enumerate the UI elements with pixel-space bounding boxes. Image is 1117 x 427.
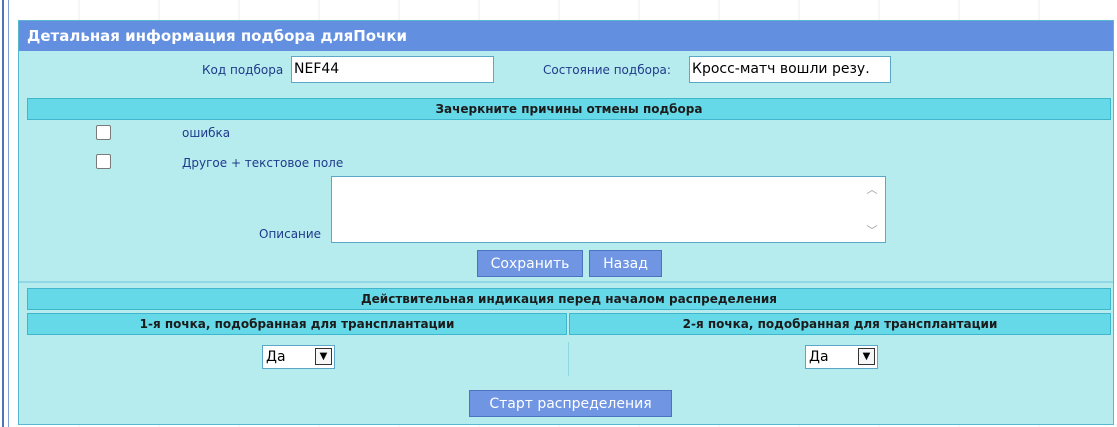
back-button[interactable]: Назад (589, 250, 662, 277)
indication-header: Действительная индикация перед началом р… (27, 288, 1111, 310)
kidney1-select[interactable]: Да ▼ (262, 345, 335, 369)
kidney2-select[interactable]: Да ▼ (805, 345, 878, 369)
description-label: Описание (259, 227, 322, 241)
save-button[interactable]: Сохранить (477, 250, 583, 277)
description-textarea[interactable]: ︿ ﹀ (331, 176, 886, 243)
match-code-input[interactable]: NEF44 (291, 56, 494, 83)
reason-other-label: Другое + текстовое поле (182, 156, 344, 170)
kidney1-select-value: Да (266, 349, 286, 365)
section-divider (19, 281, 1113, 283)
scroll-up-icon[interactable]: ︿ (865, 184, 879, 195)
match-state-input[interactable]: Кросс-матч вошли резу. (689, 56, 891, 83)
match-code-label: Код подбора (202, 63, 284, 77)
reason-error-label: ошибка (182, 126, 231, 140)
match-state-label: Состояние подбора: (543, 63, 671, 77)
checkbox-error[interactable] (96, 125, 111, 140)
frame-border-inner (8, 0, 9, 427)
kidney2-header: 2-я почка, подобранная для трансплантаци… (569, 313, 1111, 335)
scroll-down-icon[interactable]: ﹀ (865, 225, 879, 236)
checkbox-other[interactable] (96, 154, 111, 169)
start-allocation-button[interactable]: Старт распределения (469, 390, 672, 417)
chevron-down-icon[interactable]: ▼ (858, 348, 875, 365)
kidney1-header: 1-я почка, подобранная для трансплантаци… (27, 313, 567, 335)
frame-border (2, 0, 4, 427)
chevron-down-icon[interactable]: ▼ (315, 348, 332, 365)
column-divider (568, 342, 569, 376)
kidney2-select-value: Да (809, 349, 829, 365)
panel-title: Детальная информация подбора дляПочки (19, 21, 1113, 51)
cancel-reasons-header: Зачеркните причины отмены подбора (27, 98, 1111, 120)
match-detail-panel: Детальная информация подбора дляПочки Ко… (18, 20, 1114, 425)
